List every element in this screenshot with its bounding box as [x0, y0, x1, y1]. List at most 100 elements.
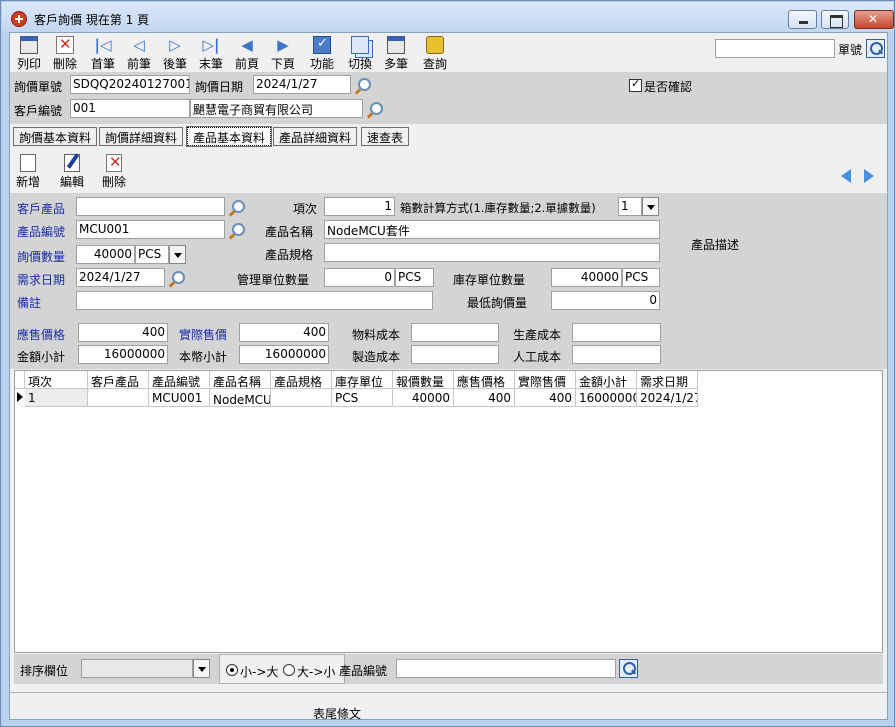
min-price-field[interactable]: 0: [551, 291, 660, 310]
mgmt-qty-field[interactable]: 0: [324, 268, 395, 287]
grid-col-header[interactable]: 產品規格: [271, 371, 332, 389]
table-row-cell[interactable]: 2024/1/27: [637, 389, 698, 407]
product-desc-label: 產品描述: [691, 238, 740, 252]
grid-col-header[interactable]: 應售價格: [454, 371, 515, 389]
quote-unit-select[interactable]: PCS: [135, 245, 169, 264]
tab-product-detail[interactable]: 產品詳細資料: [273, 127, 358, 146]
table-row-cell[interactable]: 40000: [393, 389, 454, 407]
detail-grid[interactable]: 項次 客戶產品 產品編號 產品名稱 產品規格 庫存單位 報價數量 應售價格 實際…: [14, 370, 883, 653]
quote-date-field[interactable]: 2024/1/27: [253, 75, 351, 94]
subtotal-label: 金額小計: [17, 350, 66, 364]
quote-no-field[interactable]: SDQQ20240127001: [70, 75, 190, 94]
delete-button[interactable]: 刪除: [48, 33, 82, 72]
product-no-search-icon[interactable]: [228, 221, 246, 239]
table-row-cell[interactable]: MCU001: [149, 389, 210, 407]
print-button[interactable]: 列印: [12, 33, 46, 72]
prev-record-button[interactable]: ◁ 前筆: [122, 33, 156, 72]
grid-col-header[interactable]: 報價數量: [393, 371, 454, 389]
calc-method-select[interactable]: 1: [618, 197, 642, 216]
quote-qty-field[interactable]: 40000: [76, 245, 135, 264]
prev-detail-arrow-icon[interactable]: [841, 169, 851, 183]
customer-name-field[interactable]: 颶慧電子商貿有限公司: [190, 99, 363, 118]
table-row-cell[interactable]: 400: [515, 389, 576, 407]
mgmt-unit-field[interactable]: PCS: [395, 268, 434, 287]
next-icon: ▷: [169, 36, 181, 54]
remark-field[interactable]: [76, 291, 433, 310]
table-row-cell[interactable]: [271, 389, 332, 407]
sort-field-select[interactable]: [81, 659, 193, 678]
material-cost-label: 物料成本: [352, 328, 401, 342]
customer-search-icon[interactable]: [366, 100, 384, 118]
table-row-cell[interactable]: NodeMCU套: [210, 389, 271, 407]
tab-quick-lookup[interactable]: 速查表: [361, 127, 410, 146]
maximize-button[interactable]: [821, 10, 849, 29]
production-cost-field[interactable]: [572, 323, 661, 342]
multi-record-button[interactable]: 多筆: [379, 33, 413, 72]
grid-col-header[interactable]: 金額小計: [576, 371, 637, 389]
grid-col-header[interactable]: 產品名稱: [210, 371, 271, 389]
stock-qty-field[interactable]: 40000: [551, 268, 622, 287]
grid-col-header[interactable]: 項次: [25, 371, 88, 389]
tab-quote-basic[interactable]: 詢價基本資料: [13, 127, 98, 146]
toolbar-search-input[interactable]: [715, 39, 835, 58]
local-subtotal-field[interactable]: 16000000: [239, 345, 329, 364]
close-button[interactable]: [854, 10, 894, 29]
grid-col-header[interactable]: 產品編號: [149, 371, 210, 389]
edit-button[interactable]: 編輯: [60, 151, 84, 190]
calc-method-dropdown-icon[interactable]: [642, 197, 659, 216]
sort-search-input[interactable]: [396, 659, 616, 678]
grid-col-header[interactable]: 客戶產品: [88, 371, 149, 389]
tab-quote-detail[interactable]: 詢價詳細資料: [99, 127, 184, 146]
confirmed-checkbox[interactable]: [629, 77, 642, 92]
table-row-cell[interactable]: PCS: [332, 389, 393, 407]
sort-desc-radio[interactable]: [283, 664, 295, 676]
grid-col-header[interactable]: 需求日期: [637, 371, 698, 389]
need-date-field[interactable]: 2024/1/27: [76, 268, 165, 287]
next-detail-arrow-icon[interactable]: [864, 169, 874, 183]
detail-delete-button[interactable]: 刪除: [102, 151, 126, 190]
tab-product-basic[interactable]: 產品基本資料: [185, 126, 273, 147]
quote-date-label: 詢價日期: [195, 80, 244, 94]
client-area: 列印 刪除 |◁首筆 ◁前筆 ▷後筆 ▷|末筆 ◀前頁 ▶下頁 功能 切換 多筆…: [9, 32, 888, 721]
mfg-cost-field[interactable]: [411, 345, 499, 364]
product-no-field[interactable]: MCU001: [76, 220, 225, 239]
grid-col-header[interactable]: 庫存單位: [332, 371, 393, 389]
product-name-field[interactable]: NodeMCU套件: [324, 220, 660, 239]
first-record-button[interactable]: |◁ 首筆: [86, 33, 120, 72]
item-field[interactable]: 1: [324, 197, 395, 216]
actual-price-field[interactable]: 400: [239, 323, 329, 342]
minimize-button[interactable]: [788, 10, 817, 29]
switch-button[interactable]: 切換: [343, 33, 377, 72]
sort-search-label: 產品編號: [339, 664, 388, 678]
toolbar-search-button[interactable]: [866, 39, 885, 58]
query-button[interactable]: 查詢: [418, 33, 452, 72]
material-cost-field[interactable]: [411, 323, 499, 342]
table-row-cell[interactable]: 16000000: [576, 389, 637, 407]
table-row-cell[interactable]: 400: [454, 389, 515, 407]
customer-product-field[interactable]: [76, 197, 225, 216]
sort-field-dropdown-icon[interactable]: [193, 659, 210, 678]
stock-unit-field[interactable]: PCS: [622, 268, 660, 287]
next-record-button[interactable]: ▷ 後筆: [158, 33, 192, 72]
customer-no-field[interactable]: 001: [70, 99, 190, 118]
add-button[interactable]: 新增: [16, 151, 40, 190]
grid-col-header[interactable]: 實際售價: [515, 371, 576, 389]
quote-unit-dropdown-icon[interactable]: [169, 245, 186, 264]
last-record-button[interactable]: ▷| 末筆: [194, 33, 228, 72]
sort-search-button[interactable]: [619, 659, 638, 678]
first-icon: |◁: [94, 36, 112, 54]
next-page-button[interactable]: ▶ 下頁: [266, 33, 300, 72]
list-price-field[interactable]: 400: [78, 323, 168, 342]
table-row-cell[interactable]: [88, 389, 149, 407]
table-row-cell[interactable]: 1: [25, 389, 88, 407]
function-button[interactable]: 功能: [305, 33, 339, 72]
subtotal-field[interactable]: 16000000: [78, 345, 168, 364]
need-date-search-icon[interactable]: [168, 269, 186, 287]
sort-bar: 排序欄位 小->大 大->小 產品編號: [14, 654, 883, 684]
customer-product-search-icon[interactable]: [228, 198, 246, 216]
labor-cost-field[interactable]: [572, 345, 661, 364]
sort-asc-radio[interactable]: [226, 664, 238, 676]
product-spec-field[interactable]: [324, 243, 660, 262]
quote-date-search-icon[interactable]: [354, 76, 372, 94]
prev-page-button[interactable]: ◀ 前頁: [230, 33, 264, 72]
